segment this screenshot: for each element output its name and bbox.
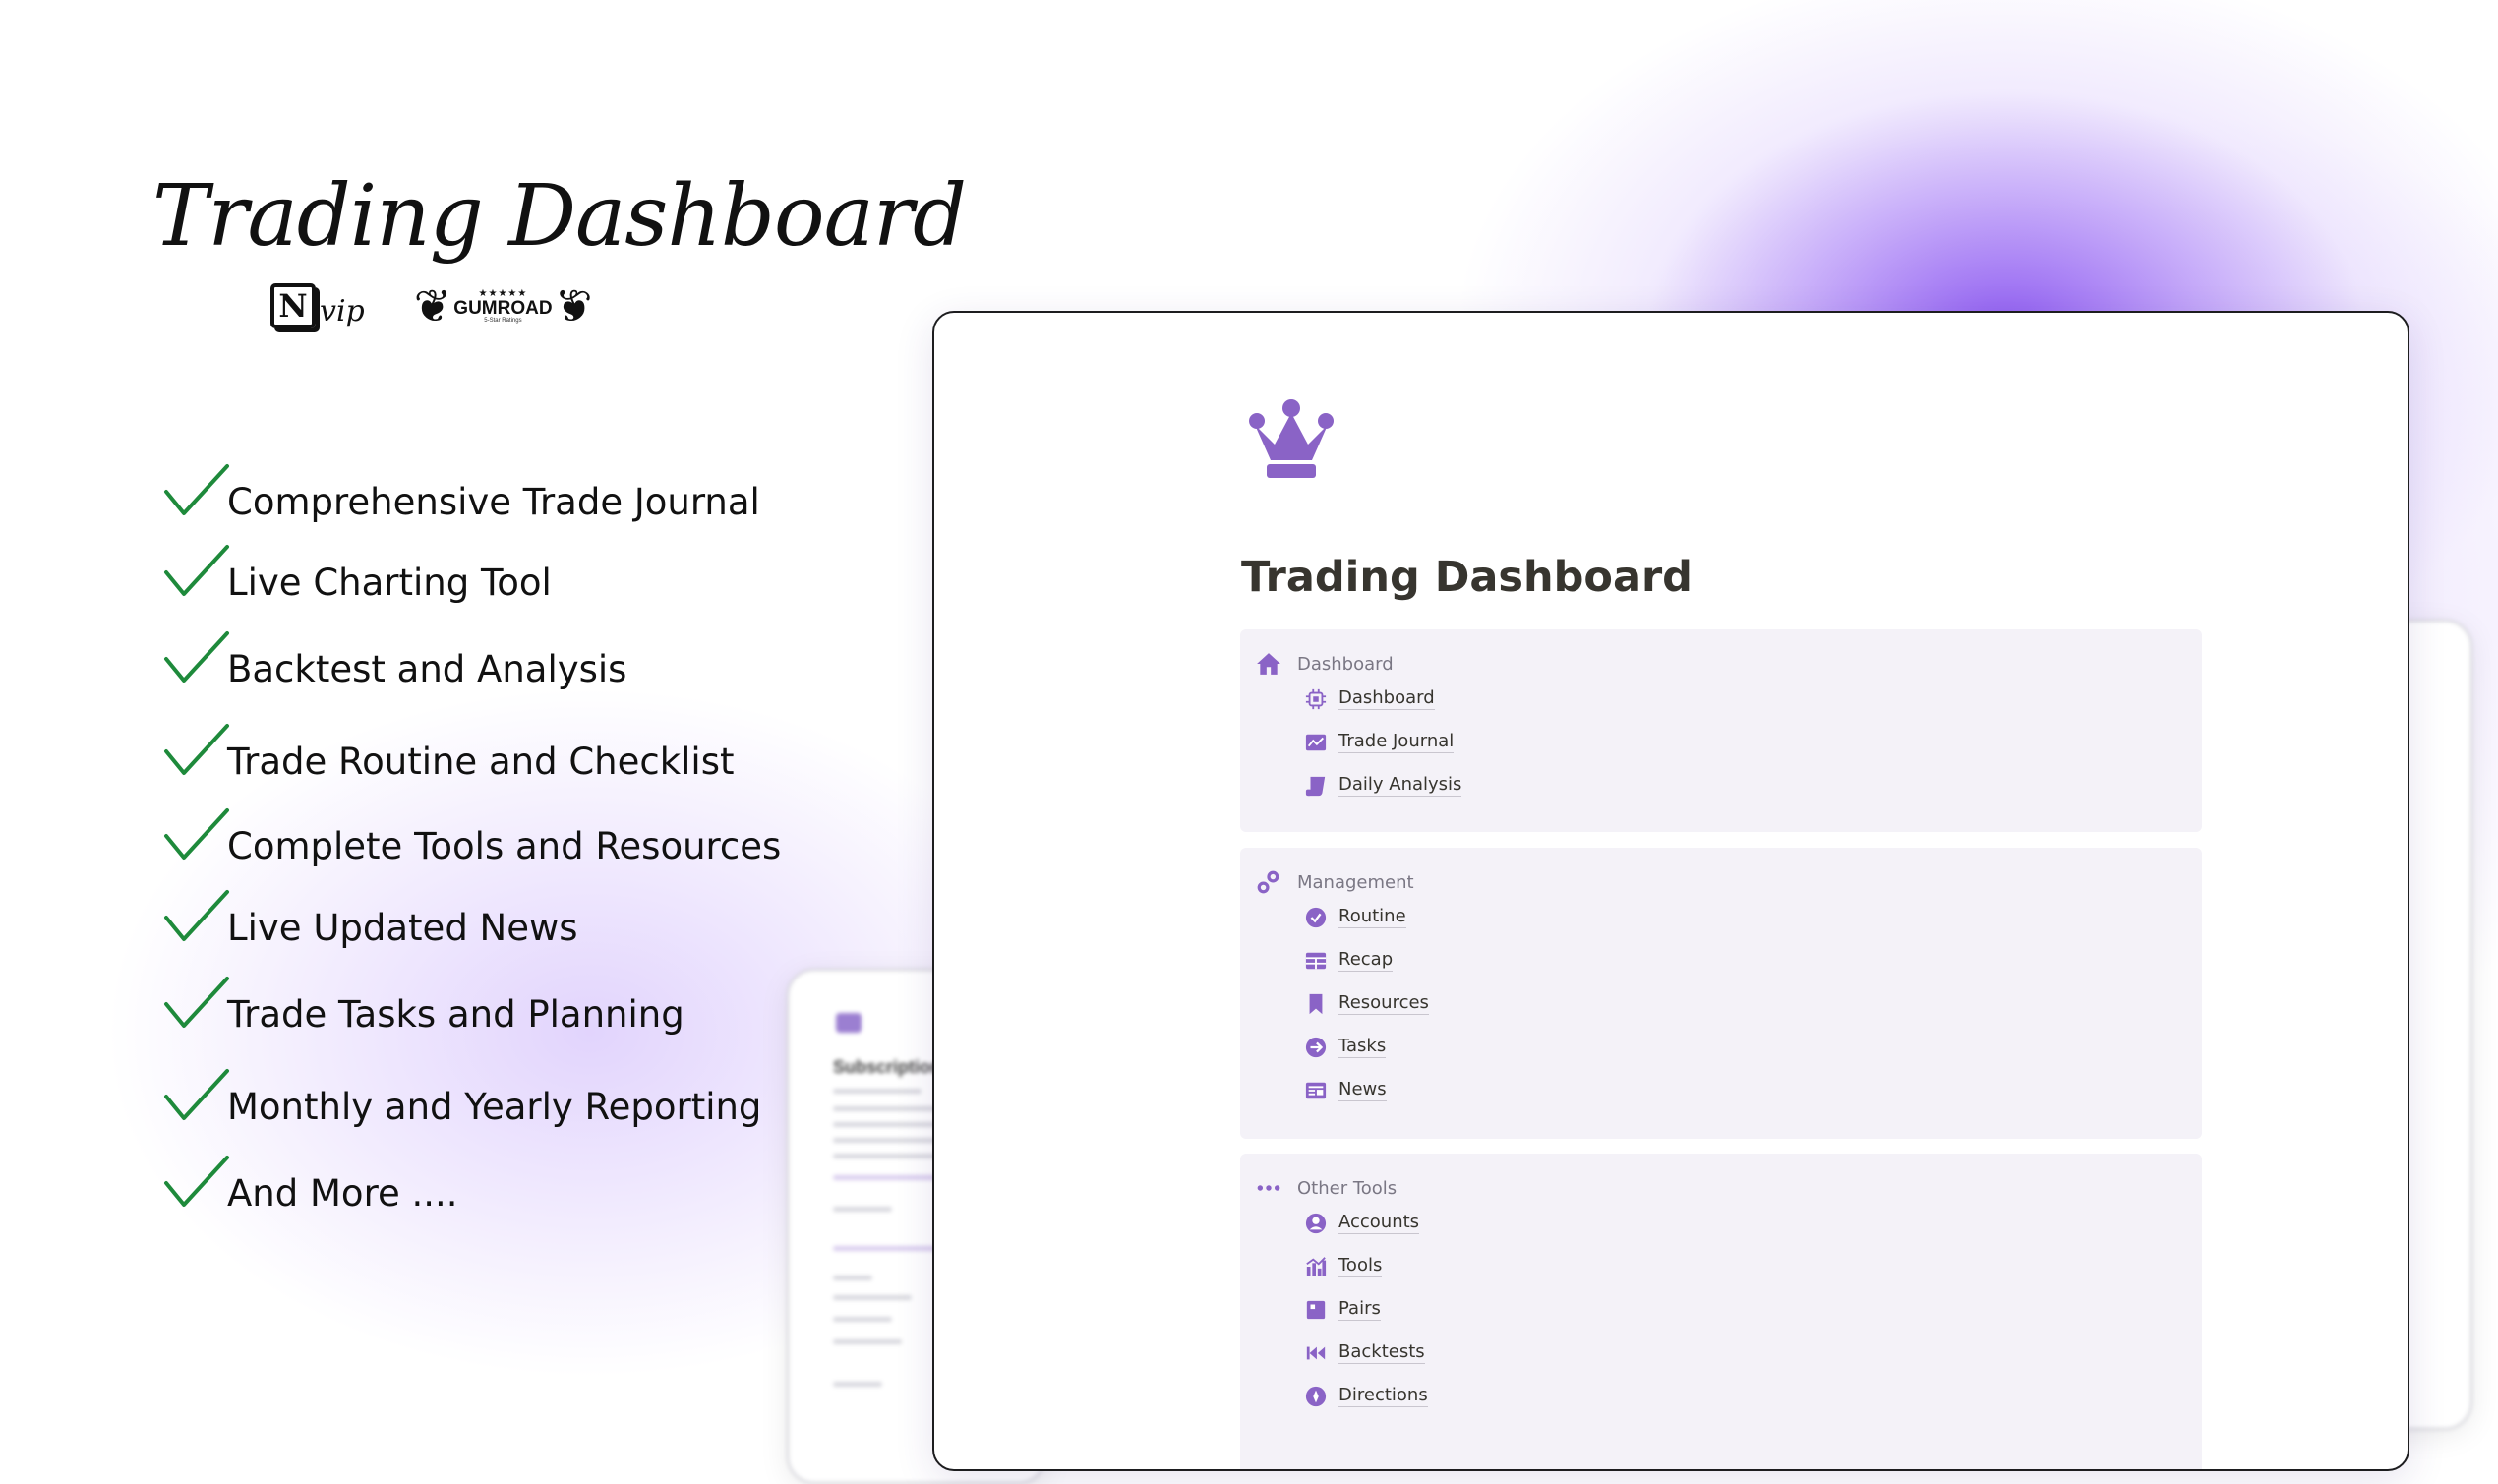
- hero-title: Trading Dashboard: [152, 167, 967, 266]
- nav-item-daily-analysis[interactable]: Daily Analysis: [1305, 774, 1462, 797]
- feature-label: Live Updated News: [227, 907, 578, 949]
- feature-label: Backtest and Analysis: [227, 648, 627, 690]
- gears-icon: [1257, 870, 1279, 894]
- section-header: Management: [1256, 869, 1414, 895]
- feature-label: Complete Tools and Resources: [227, 825, 782, 867]
- section-other-tools: Other Tools Accounts Tools Pairs Backtes…: [1240, 1154, 2202, 1469]
- nav-item-pairs[interactable]: Pairs: [1305, 1298, 1381, 1321]
- feature-item: Live Charting Tool: [162, 543, 552, 604]
- feature-item: And More ....: [162, 1154, 458, 1215]
- section-management: Management Routine Recap Resources Tasks…: [1240, 848, 2202, 1139]
- nav-item-accounts[interactable]: Accounts: [1305, 1212, 1420, 1234]
- bookmark-icon: [1309, 993, 1323, 1014]
- nav-item-label: News: [1338, 1079, 1387, 1101]
- section-dashboard: Dashboard Dashboard Trade Journal Daily …: [1240, 629, 2202, 832]
- bar-chart-icon: [1306, 1256, 1327, 1276]
- page-title: Trading Dashboard: [1241, 553, 1693, 602]
- nav-item-routine[interactable]: Routine: [1305, 906, 1406, 928]
- square-icon: [1306, 1300, 1326, 1319]
- home-icon: [1257, 653, 1280, 675]
- section-label: Dashboard: [1297, 653, 1394, 675]
- rewind-icon: [1306, 1346, 1326, 1359]
- notion-vip-badge: N vip: [270, 283, 365, 328]
- checkmark-icon: [164, 724, 229, 775]
- arrow-circle-icon: [1305, 1037, 1327, 1057]
- nav-item-label: Recap: [1338, 949, 1394, 972]
- feature-item: Complete Tools and Resources: [162, 806, 781, 867]
- nav-item-label: Resources: [1338, 992, 1429, 1015]
- feature-item: Backtest and Analysis: [162, 629, 626, 690]
- gumroad-badge: ❦ ★★★★★ GUMROAD 5-Star Ratings ❦: [413, 280, 593, 331]
- nav-item-news[interactable]: News: [1305, 1079, 1387, 1101]
- nav-item-tasks[interactable]: Tasks: [1305, 1036, 1387, 1058]
- section-label: Other Tools: [1297, 1177, 1398, 1199]
- nav-item-label: Trade Journal: [1338, 731, 1455, 753]
- rating-subtext: 5-Star Ratings: [484, 317, 522, 324]
- rating-stars: ★★★★★: [478, 287, 528, 299]
- nav-item-backtests[interactable]: Backtests: [1305, 1341, 1425, 1364]
- chart-line-icon: [1305, 734, 1327, 750]
- nav-item-label: Tasks: [1338, 1036, 1387, 1058]
- scroll-icon: [1305, 776, 1326, 796]
- nav-item-label: Pairs: [1338, 1298, 1381, 1321]
- checkmark-icon: [164, 977, 229, 1028]
- nav-item-label: Daily Analysis: [1338, 774, 1462, 797]
- notion-logo-icon: N: [270, 283, 316, 328]
- gumroad-logo-text: GUMROAD: [453, 297, 553, 319]
- nav-item-label: Routine: [1338, 906, 1406, 928]
- nav-item-resources[interactable]: Resources: [1305, 992, 1429, 1015]
- feature-label: Trade Routine and Checklist: [227, 741, 735, 783]
- nav-item-tools[interactable]: Tools: [1305, 1255, 1383, 1277]
- check-circle-icon: [1305, 907, 1327, 927]
- feature-item: Trade Tasks and Planning: [162, 975, 684, 1036]
- laurel-right-icon: ❦: [554, 280, 593, 331]
- card-icon: [836, 1013, 862, 1033]
- newspaper-icon: [1305, 1082, 1327, 1098]
- vip-label: vip: [320, 294, 365, 328]
- checkmark-icon: [164, 1156, 229, 1207]
- nav-item-label: Dashboard: [1338, 687, 1435, 710]
- feature-label: Trade Tasks and Planning: [227, 993, 684, 1036]
- feature-label: Live Charting Tool: [227, 562, 552, 604]
- feature-item: Live Updated News: [162, 888, 578, 949]
- feature-item: Monthly and Yearly Reporting: [162, 1067, 761, 1128]
- feature-label: Comprehensive Trade Journal: [227, 481, 760, 523]
- table-icon: [1305, 952, 1327, 969]
- nav-item-recap[interactable]: Recap: [1305, 949, 1394, 972]
- notion-page-window: Trading Dashboard Dashboard Dashboard Tr…: [932, 311, 2409, 1471]
- compass-icon: [1305, 1386, 1327, 1406]
- nav-item-directions[interactable]: Directions: [1305, 1385, 1428, 1407]
- badges: N vip ❦ ★★★★★ GUMROAD 5-Star Ratings ❦: [270, 280, 593, 331]
- nav-item-label: Tools: [1338, 1255, 1383, 1277]
- checkmark-icon: [164, 890, 229, 941]
- checkmark-icon: [164, 464, 229, 515]
- feature-item: Trade Routine and Checklist: [162, 722, 735, 783]
- user-circle-icon: [1305, 1213, 1327, 1233]
- section-header: Dashboard: [1256, 651, 1394, 677]
- feature-label: Monthly and Yearly Reporting: [227, 1086, 762, 1128]
- nav-item-label: Backtests: [1338, 1341, 1425, 1364]
- checkmark-icon: [164, 1069, 229, 1120]
- checkmark-icon: [164, 808, 229, 860]
- nav-item-trade-journal[interactable]: Trade Journal: [1305, 731, 1455, 753]
- section-label: Management: [1297, 871, 1414, 893]
- checkmark-icon: [164, 545, 229, 596]
- nav-item-dashboard[interactable]: Dashboard: [1305, 687, 1435, 710]
- card-title: Subscription: [833, 1057, 942, 1077]
- laurel-left-icon: ❦: [413, 280, 452, 331]
- crown-icon: [1249, 399, 1334, 478]
- dots-icon: [1257, 1185, 1280, 1191]
- nav-item-label: Accounts: [1338, 1212, 1420, 1234]
- checkmark-icon: [164, 631, 229, 683]
- nav-item-label: Directions: [1338, 1385, 1428, 1407]
- section-header: Other Tools: [1256, 1175, 1397, 1201]
- feature-item: Comprehensive Trade Journal: [162, 462, 760, 523]
- feature-label: And More ....: [227, 1172, 458, 1215]
- chip-icon: [1305, 688, 1327, 709]
